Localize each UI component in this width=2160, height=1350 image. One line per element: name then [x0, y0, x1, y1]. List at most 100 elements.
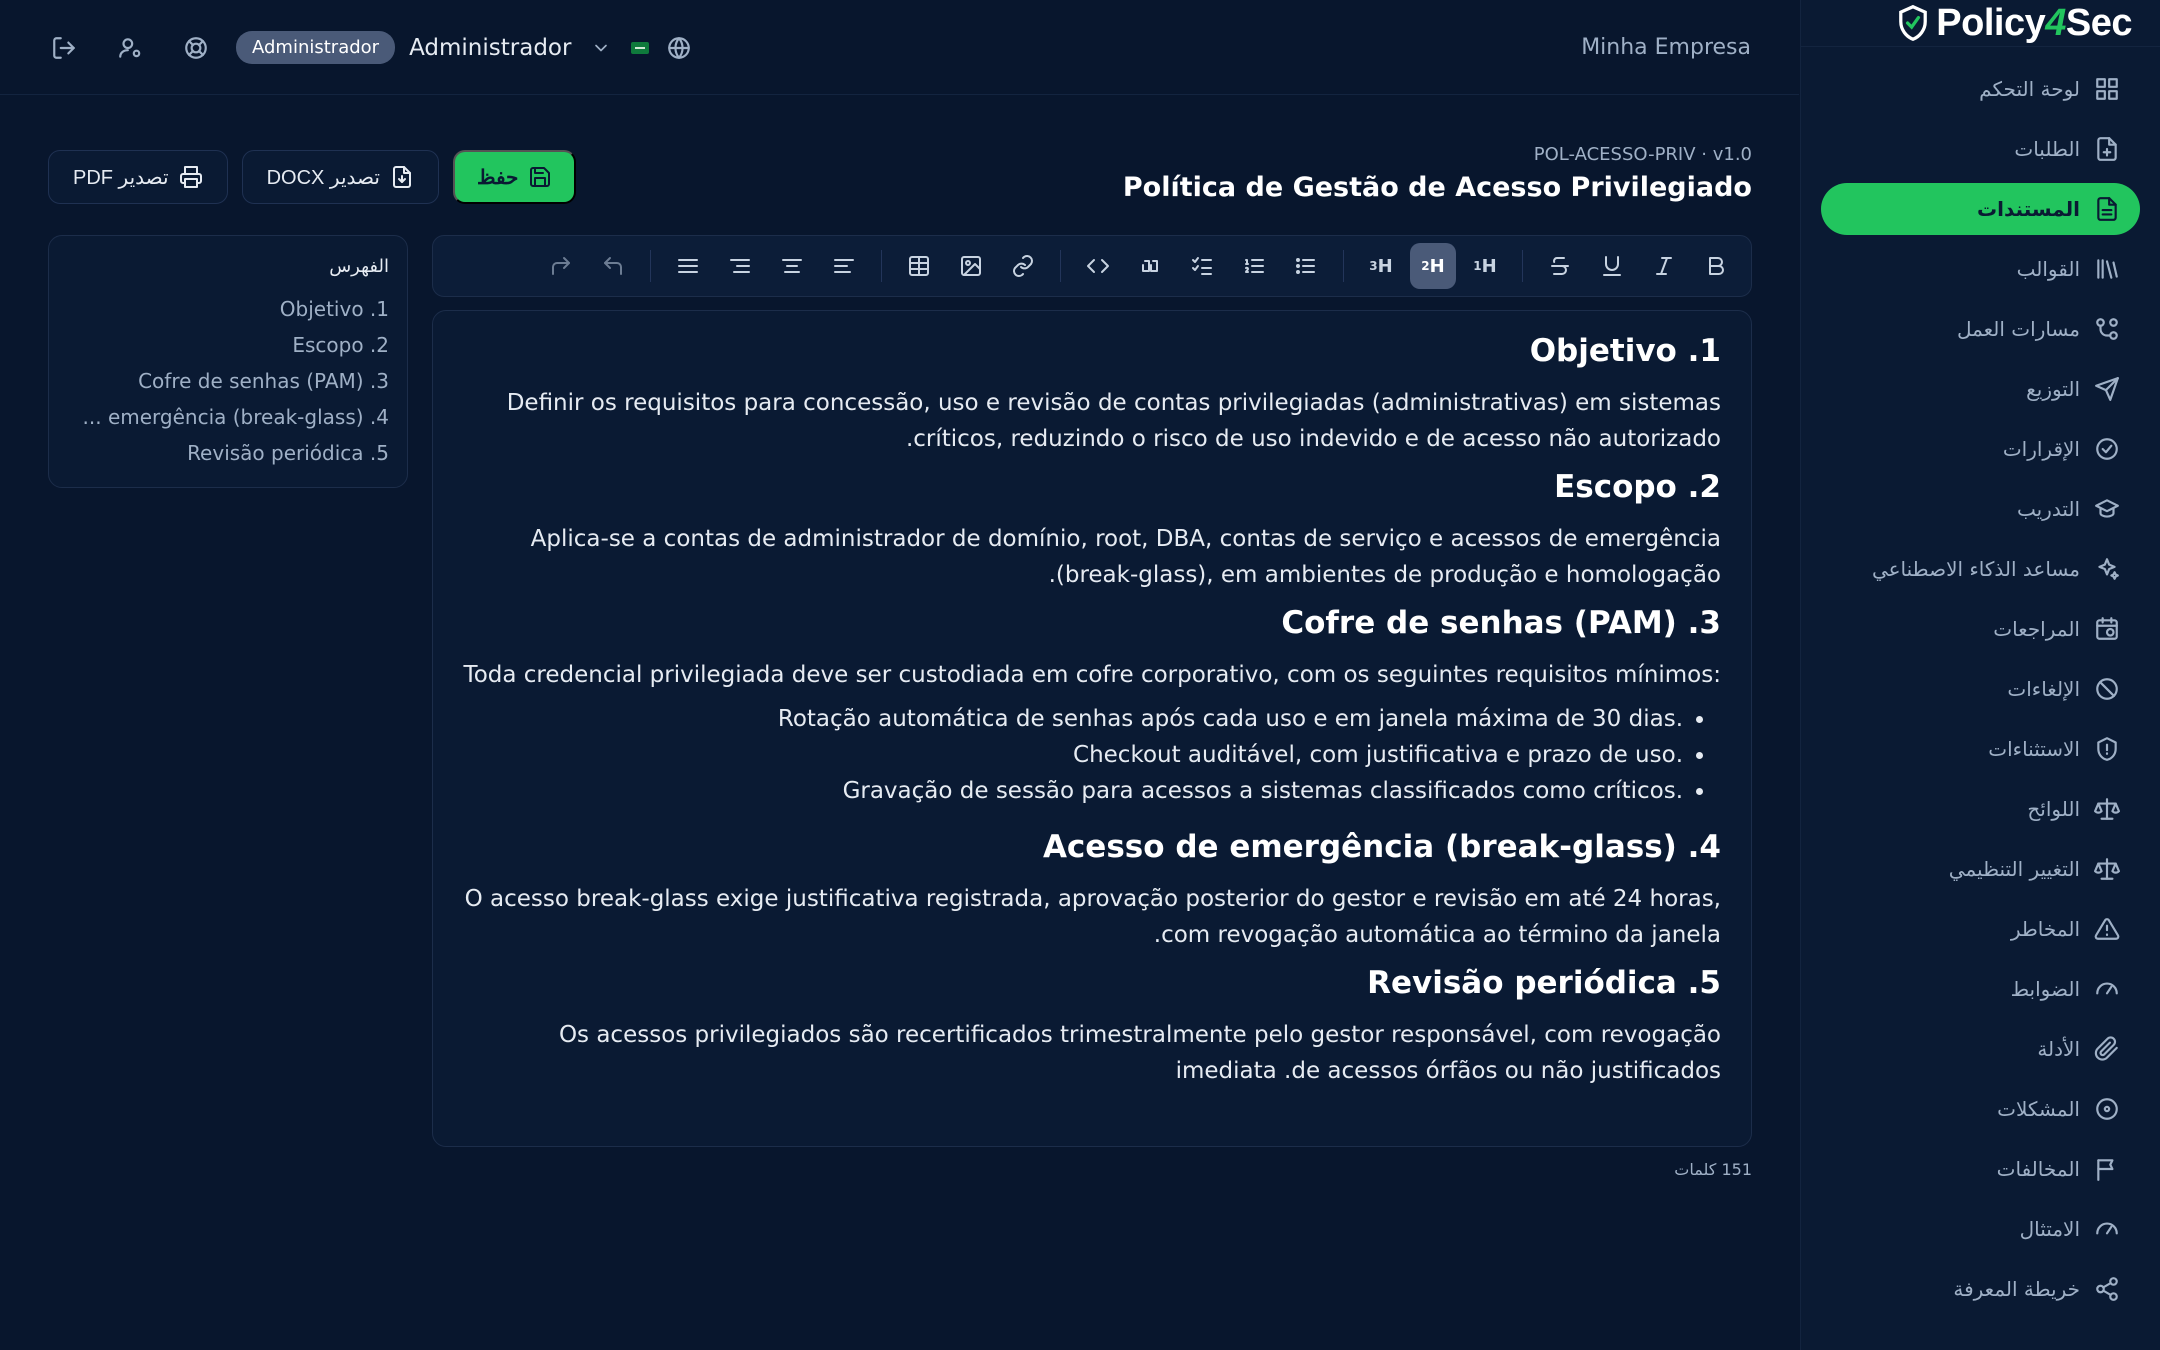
toc-item[interactable]: Escopo .2 [67, 327, 389, 363]
sidebar-item[interactable]: الإلغاءات [1821, 663, 2140, 715]
sidebar-item[interactable]: اللوائح [1821, 783, 2140, 835]
ordered-list-button[interactable] [1231, 243, 1277, 289]
section-paragraph: Definir os requisitos para concessão, us… [506, 390, 1721, 452]
blockquote-button[interactable] [1127, 243, 1173, 289]
sidebar-item[interactable]: التوزيع [1821, 363, 2140, 415]
sidebar-item[interactable]: لوحة التحكم [1821, 63, 2140, 115]
document-actions: تصدير PDF تصدير DOCX حفظ [48, 150, 577, 204]
user-settings-icon[interactable] [114, 32, 146, 64]
list-item: .Gravação de sessão para acessos a siste… [463, 773, 1683, 809]
export-docx-button[interactable]: تصدير DOCX [241, 150, 439, 204]
image-button[interactable] [948, 243, 994, 289]
underline-button[interactable] [1589, 243, 1635, 289]
undo-button[interactable] [590, 243, 636, 289]
sidebar-item[interactable]: المراجعات [1821, 603, 2140, 655]
save-button[interactable]: حفظ [452, 150, 577, 204]
sidebar-item[interactable]: خريطة المعرفة [1821, 1263, 2140, 1315]
redo-button[interactable] [538, 243, 584, 289]
sidebar-item-label: الإقرارات [2002, 437, 2080, 461]
globe-icon[interactable] [663, 32, 695, 64]
topbar-actions: Administrador Administrador [48, 0, 695, 95]
table-of-contents: الفهرس Objetivo .1 Escopo .2 Cofre de senh… [48, 235, 408, 488]
flag-icon [2094, 1156, 2120, 1182]
align-right-button[interactable] [717, 243, 763, 289]
sidebar-item[interactable]: القوالب [1821, 243, 2140, 295]
section-heading: Cofre de senhas (PAM) .3 [1281, 605, 1721, 641]
sidebar-item[interactable]: مسارات العمل [1821, 303, 2140, 355]
heading-3-button[interactable]: H3 [1358, 243, 1404, 289]
sidebar-item[interactable]: مساعد الذكاء الاصطناعي [1821, 543, 2140, 595]
heading-1-button[interactable]: H1 [1462, 243, 1508, 289]
sidebar-item[interactable]: التغيير التنظيمي [1821, 843, 2140, 895]
scale-icon [2094, 796, 2120, 822]
sidebar-item-label: المشكلات [1997, 1097, 2080, 1121]
align-left-button[interactable] [821, 243, 867, 289]
scale-icon [2094, 856, 2120, 882]
ban-icon [2094, 676, 2120, 702]
gauge-icon [2094, 1216, 2120, 1242]
sidebar-item-label: التدريب [2016, 497, 2080, 521]
user-menu[interactable]: Administrador Administrador [236, 31, 695, 64]
company-name[interactable]: Minha Empresa [1581, 35, 1751, 60]
sidebar-item-label: الأدلة [2037, 1037, 2080, 1061]
editor-toolbar: H1 H2 H3 [432, 235, 1752, 297]
chevron-down-icon[interactable] [585, 32, 617, 64]
sidebar-item[interactable]: المستندات [1821, 183, 2140, 235]
task-list-button[interactable] [1179, 243, 1225, 289]
export-pdf-button[interactable]: تصدير PDF [48, 150, 228, 204]
sidebar-item[interactable]: المخالفات [1821, 1143, 2140, 1195]
toc-title: الفهرس [329, 256, 389, 277]
sidebar-item[interactable]: الامتثال [1821, 1203, 2140, 1255]
help-lifebuoy-icon[interactable] [180, 32, 212, 64]
sidebar-item-label: اللوائح [2027, 797, 2080, 821]
sidebar-item-label: المخالفات [1996, 1157, 2080, 1181]
sidebar-item[interactable]: الإقرارات [1821, 423, 2140, 475]
toc-item[interactable]: Revisão periódica .5 [67, 435, 389, 471]
heading-2-button[interactable]: H2 [1410, 243, 1456, 289]
sidebar-item[interactable]: الطلبات [1821, 123, 2140, 175]
align-justify-button[interactable] [665, 243, 711, 289]
section-paragraph: Os acessos privilegiados são recertifica… [558, 1022, 1721, 1084]
table-button[interactable] [896, 243, 942, 289]
sidebar-item[interactable]: الاستثناءات [1821, 723, 2140, 775]
request-icon [2094, 136, 2120, 162]
sidebar-item-label: خريطة المعرفة [1953, 1277, 2080, 1301]
section-paragraph: :Toda credencial privilegiada deve ser c… [463, 662, 1721, 688]
section-heading: Objetivo .1 [1529, 333, 1721, 369]
strikethrough-button[interactable] [1537, 243, 1583, 289]
save-icon [530, 167, 551, 187]
document-title: Política de Gestão de Acesso Privilegiad… [1122, 172, 1752, 203]
language-flag-icon[interactable] [631, 41, 650, 54]
sidebar-item[interactable]: الضوابط [1821, 963, 2140, 1015]
toc-item[interactable]: emergência (break-glass) .4 ... [67, 399, 389, 435]
shield-alert-icon [2094, 736, 2120, 762]
check-circle-icon [2094, 436, 2120, 462]
link-button[interactable] [1000, 243, 1046, 289]
sidebar-item[interactable]: المشكلات [1821, 1083, 2140, 1135]
brand-logo[interactable]: Policy4Sec [1801, 0, 2160, 46]
bullet-list-button[interactable] [1283, 243, 1329, 289]
sidebar-item[interactable]: الأدلة [1821, 1023, 2140, 1075]
sidebar-item-label: التوزيع [2026, 377, 2080, 401]
role-badge: Administrador [236, 31, 396, 64]
library-icon [2094, 256, 2120, 282]
bold-button[interactable] [1693, 243, 1739, 289]
share-nodes-icon [2094, 1276, 2120, 1302]
toc-item[interactable]: Cofre de senhas (PAM) .3 [67, 363, 389, 399]
align-center-button[interactable] [769, 243, 815, 289]
printer-icon [179, 166, 202, 188]
sidebar-item[interactable]: التدريب [1821, 483, 2140, 535]
sidebar-item-label: لوحة التحكم [1979, 77, 2080, 101]
code-button[interactable] [1075, 243, 1121, 289]
section-paragraph: O acesso break-glass exige justificativa… [464, 886, 1721, 948]
workflow-icon [2094, 316, 2120, 342]
toc-item[interactable]: Objetivo .1 [67, 291, 389, 327]
italic-button[interactable] [1641, 243, 1687, 289]
sidebar-item-label: التغيير التنظيمي [1948, 857, 2080, 881]
document-editor[interactable]: Objetivo .1 Definir os requisitos para c… [432, 310, 1752, 1147]
requirements-list: .Rotação automática de senhas após cada … [463, 701, 1705, 809]
sidebar-item-label: الاستثناءات [1988, 737, 2080, 761]
logout-icon[interactable] [48, 32, 80, 64]
sidebar-item[interactable]: المخاطر [1821, 903, 2140, 955]
send-icon [2094, 376, 2120, 402]
